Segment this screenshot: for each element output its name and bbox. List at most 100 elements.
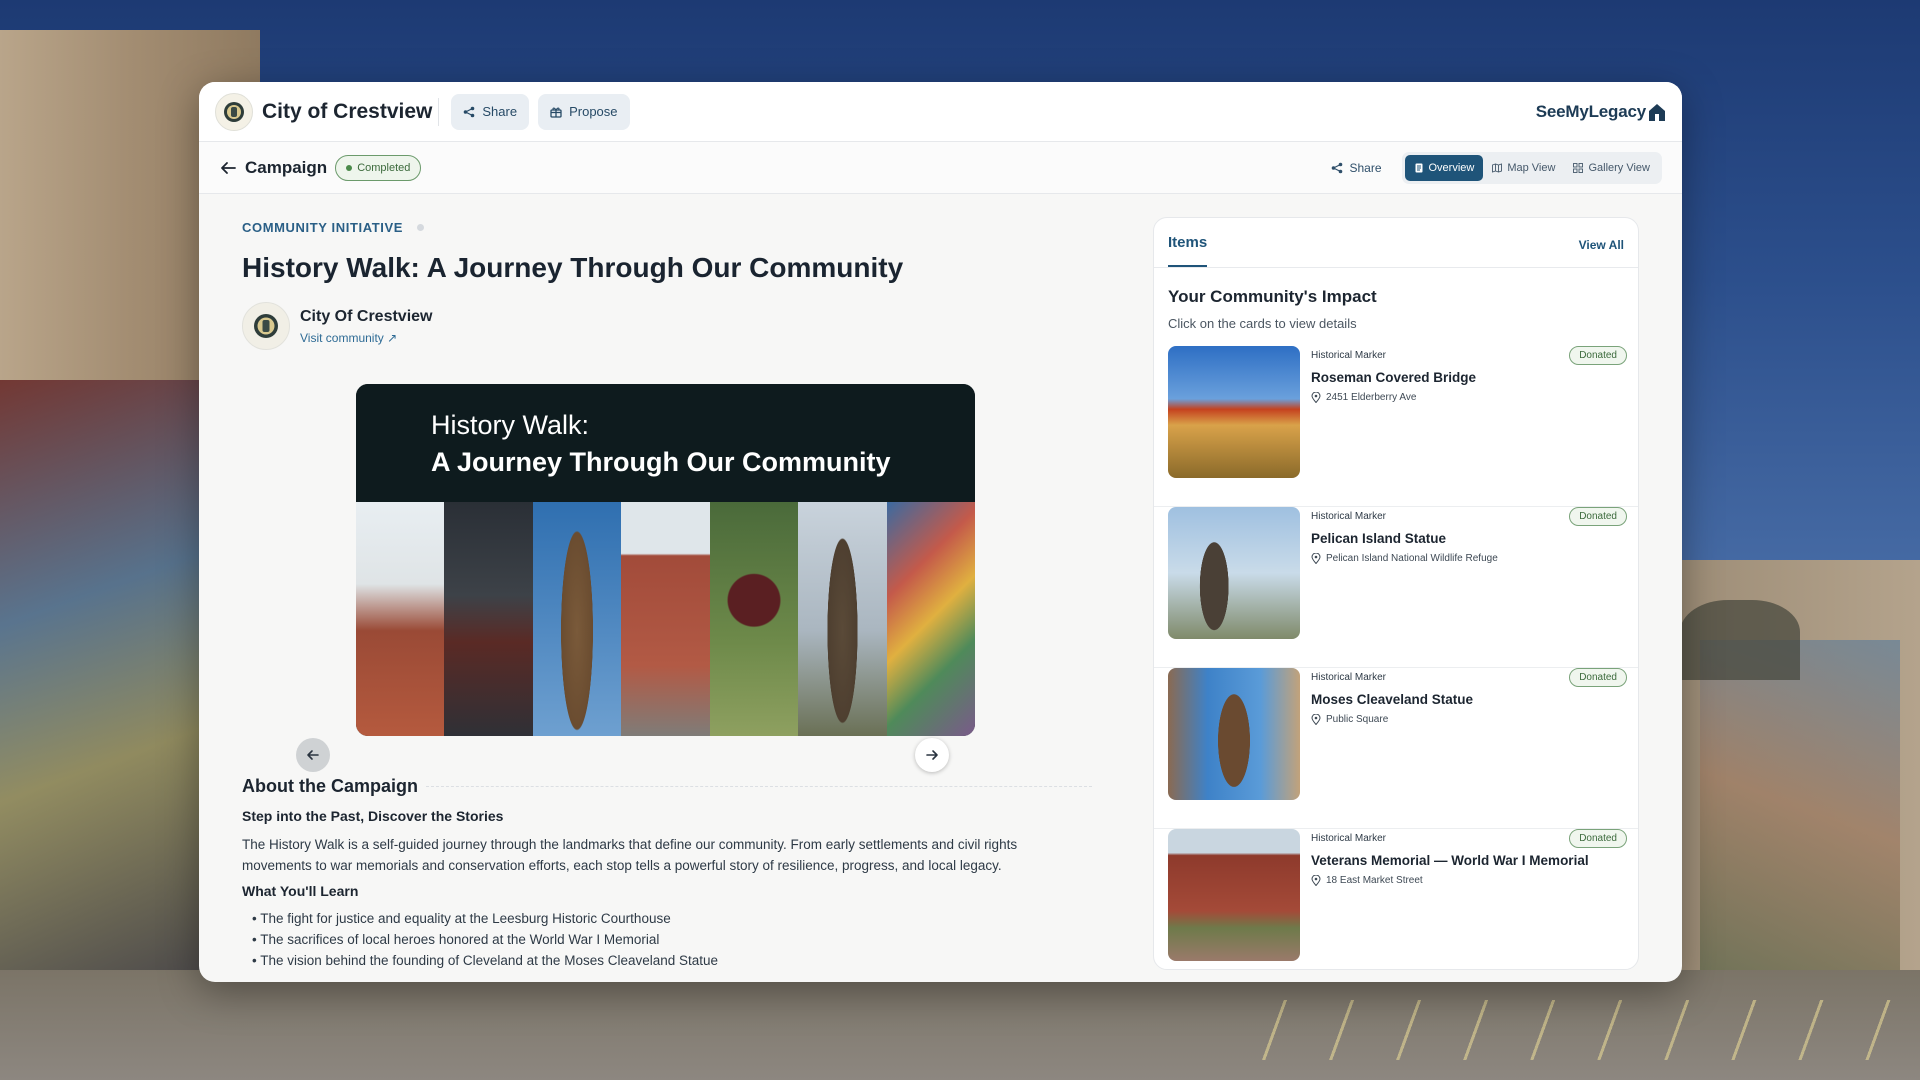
item-card[interactable]: Historical Marker Donated Moses Cleavela… bbox=[1154, 668, 1638, 829]
gift-icon bbox=[550, 107, 562, 118]
city-name[interactable]: City of Crestview bbox=[262, 100, 432, 124]
city-seal-avatar[interactable] bbox=[242, 302, 290, 350]
item-card-list: Historical Marker Donated Roseman Covere… bbox=[1154, 346, 1638, 969]
divider bbox=[438, 97, 440, 126]
status-badge: Completed bbox=[335, 154, 422, 181]
carousel-title-line2: A Journey Through Our Community bbox=[431, 447, 891, 477]
item-location: 18 East Market Street bbox=[1311, 875, 1423, 886]
panel-tab-bar: Items View All bbox=[1154, 218, 1638, 268]
view-all-link[interactable]: View All bbox=[1579, 238, 1624, 252]
about-description: The History Walk is a self-guided journe… bbox=[242, 837, 1018, 873]
location-pin-icon bbox=[1311, 875, 1321, 886]
share-icon bbox=[1332, 162, 1343, 173]
learn-section-title: What You'll Learn bbox=[242, 883, 359, 899]
share-button-label: Share bbox=[482, 104, 518, 119]
visit-community-link[interactable]: Visit community ↗ bbox=[300, 331, 432, 345]
background-mural-left bbox=[0, 380, 230, 1000]
item-location-text: 18 East Market Street bbox=[1326, 875, 1423, 886]
item-type: Historical Marker bbox=[1311, 511, 1387, 522]
donated-badge: Donated bbox=[1569, 346, 1627, 365]
image-carousel[interactable]: History Walk: A Journey Through Our Comm… bbox=[356, 384, 975, 736]
view-tab-group: Overview Map View Gallery View bbox=[1401, 151, 1662, 184]
dot-icon bbox=[417, 224, 425, 231]
items-panel: Items View All Your Community's Impact C… bbox=[1153, 217, 1639, 970]
carousel-image-courthouse bbox=[356, 502, 445, 736]
item-card[interactable]: Historical Marker Donated Pelican Island… bbox=[1154, 507, 1638, 668]
item-location: Pelican Island National Wildlife Refuge bbox=[1311, 553, 1498, 564]
learn-item: The sacrifices of local heroes honored a… bbox=[252, 929, 718, 950]
campaign-share-button[interactable]: Share bbox=[1331, 161, 1382, 175]
brand-name: SeeMyLegacy bbox=[1535, 101, 1646, 121]
location-pin-icon bbox=[1311, 392, 1321, 403]
share-button[interactable]: Share bbox=[451, 93, 530, 130]
item-location: 2451 Elderberry Ave bbox=[1311, 392, 1416, 403]
item-name: Pelican Island Statue bbox=[1311, 531, 1447, 546]
item-location-text: 2451 Elderberry Ave bbox=[1326, 392, 1417, 403]
about-subtitle: Step into the Past, Discover the Stories bbox=[242, 808, 504, 824]
campaign-details: COMMUNITY INITIATIVE History Walk: A Jou… bbox=[242, 194, 1092, 982]
campaign-header: Campaign Completed Share Overview Map Vi… bbox=[199, 142, 1682, 194]
tab-map-view[interactable]: Map View bbox=[1483, 155, 1564, 181]
organizer: City Of Crestview Visit community ↗ bbox=[242, 302, 432, 350]
carousel-image-bronze-statue bbox=[532, 502, 622, 736]
view-controls: Share Overview Map View Gallery View bbox=[1331, 151, 1662, 184]
background-mural-right bbox=[1700, 640, 1900, 1020]
about-title-text: About the Campaign bbox=[242, 776, 418, 796]
background-trees bbox=[1680, 600, 1800, 680]
carousel-image-garden-sign bbox=[709, 502, 799, 736]
item-type: Historical Marker bbox=[1311, 833, 1387, 844]
status-label: Completed bbox=[357, 161, 411, 174]
main-content: COMMUNITY INITIATIVE History Walk: A Jou… bbox=[199, 194, 1682, 982]
tab-gallery-view-label: Gallery View bbox=[1588, 161, 1650, 174]
share-icon bbox=[464, 106, 475, 117]
item-name: Roseman Covered Bridge bbox=[1311, 370, 1477, 385]
category-eyebrow: COMMUNITY INITIATIVE bbox=[242, 220, 425, 235]
impact-subtitle: Click on the cards to view details bbox=[1168, 316, 1357, 331]
item-image-veterans-memorial bbox=[1168, 829, 1300, 961]
item-location-text: Pelican Island National Wildlife Refuge bbox=[1326, 553, 1498, 564]
background-parking-lines bbox=[1220, 1000, 1920, 1060]
city-seal-icon[interactable] bbox=[215, 92, 253, 131]
item-type: Historical Marker bbox=[1311, 672, 1387, 683]
about-section-title: About the Campaign bbox=[242, 776, 1092, 797]
item-location: Public Square bbox=[1311, 714, 1388, 725]
item-card[interactable]: Historical Marker Donated Veterans Memor… bbox=[1154, 829, 1638, 969]
tab-items[interactable]: Items bbox=[1168, 234, 1208, 267]
learn-list: The fight for justice and equality at th… bbox=[252, 908, 718, 971]
brand-house-icon bbox=[1649, 103, 1665, 121]
tab-overview[interactable]: Overview bbox=[1404, 154, 1484, 181]
learn-item: The vision behind the founding of Clevel… bbox=[252, 950, 718, 971]
grid-icon bbox=[1573, 162, 1584, 173]
about-divider bbox=[426, 786, 1092, 787]
carousel-image-covered-bridge bbox=[444, 502, 533, 736]
location-pin-icon bbox=[1311, 553, 1321, 564]
item-card[interactable]: Historical Marker Donated Roseman Covere… bbox=[1154, 346, 1638, 507]
tab-gallery-view[interactable]: Gallery View bbox=[1564, 155, 1659, 181]
carousel-prev-button[interactable] bbox=[296, 738, 330, 772]
location-pin-icon bbox=[1311, 714, 1321, 725]
tab-map-view-label: Map View bbox=[1507, 161, 1556, 174]
carousel-image-brick-memorial bbox=[621, 502, 710, 736]
donated-badge: Donated bbox=[1569, 507, 1627, 526]
app-window: City of Crestview Share Propose SeeMyLeg… bbox=[199, 82, 1682, 982]
item-name: Veterans Memorial — World War I Memorial bbox=[1311, 853, 1589, 868]
carousel-title-line1: History Walk: bbox=[431, 410, 590, 440]
page-title: History Walk: A Journey Through Our Comm… bbox=[242, 252, 904, 283]
carousel-image-fisherman-statue bbox=[798, 502, 887, 736]
item-type: Historical Marker bbox=[1311, 350, 1387, 361]
item-name: Moses Cleaveland Statue bbox=[1311, 692, 1474, 707]
item-location-text: Public Square bbox=[1326, 714, 1389, 725]
organizer-name: City Of Crestview bbox=[300, 307, 433, 325]
category-label: COMMUNITY INITIATIVE bbox=[242, 220, 404, 235]
carousel-next-button[interactable] bbox=[915, 738, 949, 772]
carousel-header: History Walk: A Journey Through Our Comm… bbox=[356, 384, 975, 502]
donated-badge: Donated bbox=[1569, 829, 1627, 848]
back-arrow-icon[interactable] bbox=[219, 159, 237, 177]
item-image-covered-bridge bbox=[1168, 346, 1300, 478]
donated-badge: Donated bbox=[1569, 668, 1627, 687]
propose-button-label: Propose bbox=[569, 104, 618, 119]
brand-logo[interactable]: SeeMyLegacy bbox=[1536, 102, 1666, 122]
item-image-pelican-statue bbox=[1168, 507, 1300, 639]
campaign-title: Campaign bbox=[245, 157, 328, 177]
propose-button[interactable]: Propose bbox=[538, 93, 630, 130]
